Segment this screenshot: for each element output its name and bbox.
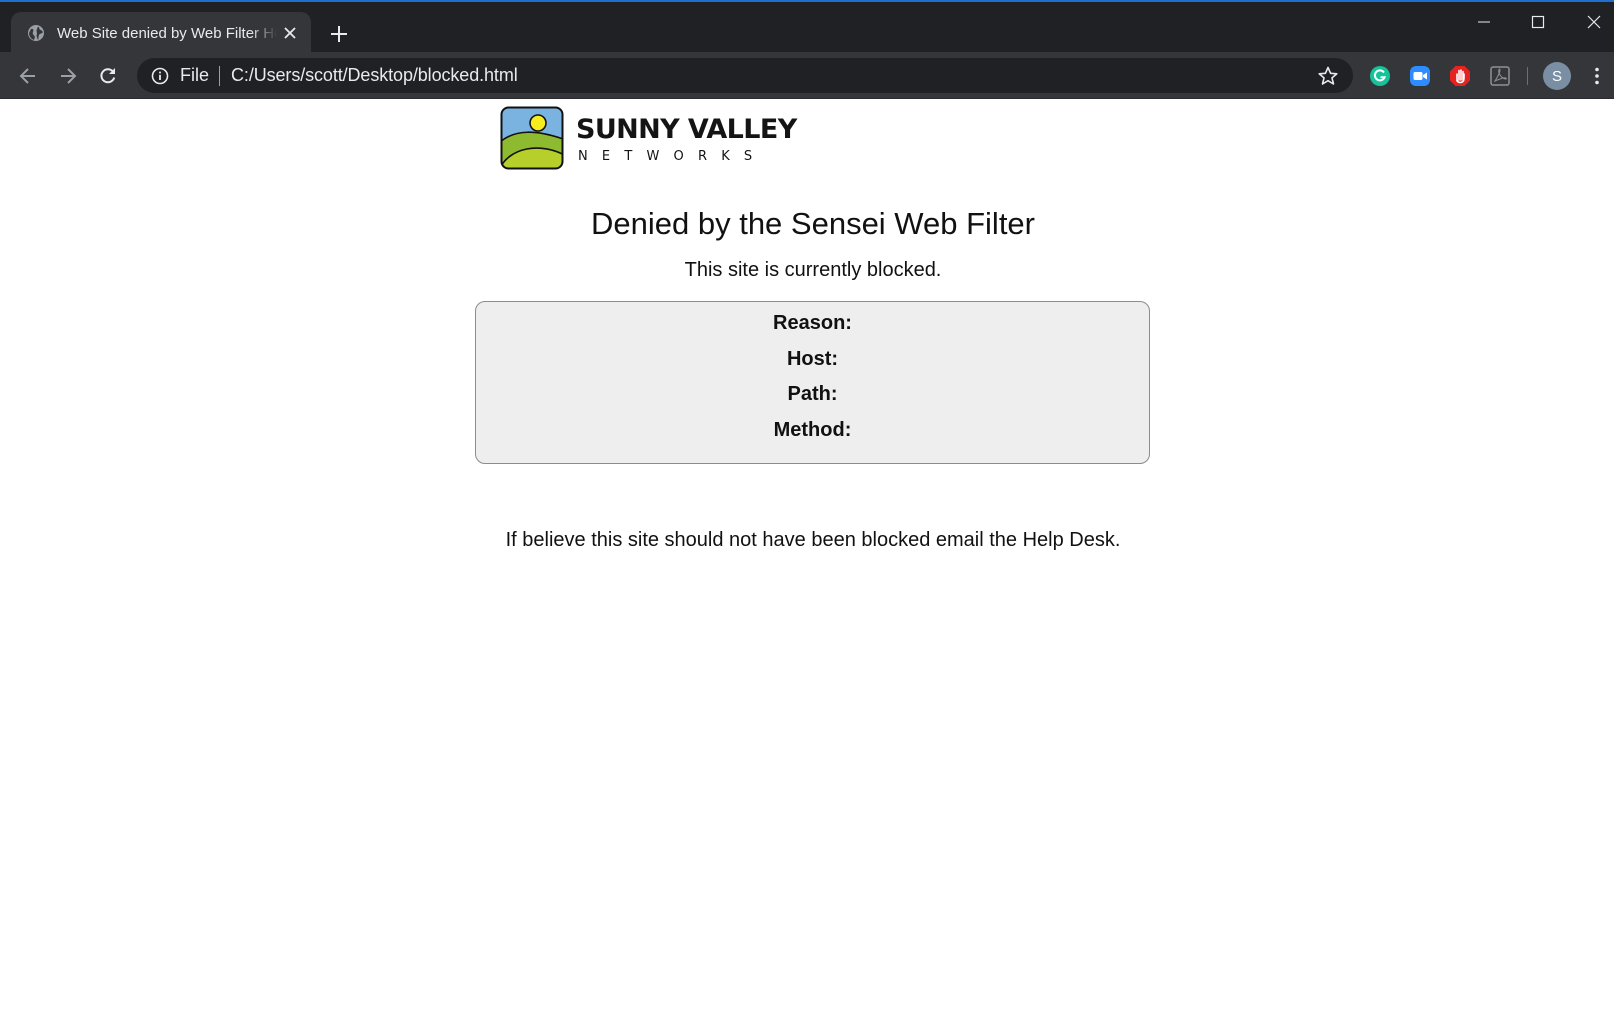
tab-close-icon[interactable] (279, 22, 301, 44)
logo-wordmark: SUNNY VALLEY (576, 114, 797, 145)
zoom-icon[interactable] (1409, 65, 1431, 87)
tab-title: Web Site denied by Web Filter Host (57, 24, 277, 42)
browser-titlebar: Web Site denied by Web Filter Host (0, 0, 1614, 54)
acrobat-icon[interactable] (1489, 65, 1511, 87)
bookmark-star-icon[interactable] (1317, 65, 1339, 87)
detail-label: Path: (787, 383, 838, 405)
detail-label: Reason: (773, 312, 852, 334)
stop-hand-icon[interactable] (1449, 65, 1471, 87)
back-arrow-icon[interactable] (12, 60, 44, 92)
detail-row-host: Host: (476, 348, 1149, 384)
browser-tab[interactable]: Web Site denied by Web Filter Host (11, 12, 311, 54)
help-desk-text: If believe this site should not have bee… (505, 529, 1121, 551)
address-divider (219, 65, 221, 86)
valley-landscape-icon (500, 106, 564, 170)
address-bar[interactable]: File C:/Users/scott/Desktop/blocked.html (137, 58, 1353, 93)
logo-subtitle: NETWORKS (578, 149, 767, 164)
toolbar-divider (1527, 67, 1528, 85)
block-status-text: This site is currently blocked. (684, 259, 942, 281)
info-icon[interactable] (150, 66, 170, 86)
window-close-icon[interactable] (1574, 10, 1614, 34)
grammarly-icon[interactable] (1369, 65, 1391, 87)
page-content: SUNNY VALLEY NETWORKS Denied by the Sens… (0, 99, 1614, 1018)
address-url[interactable]: C:/Users/scott/Desktop/blocked.html (231, 65, 518, 86)
address-scheme: File (180, 65, 210, 85)
minimize-icon[interactable] (1464, 10, 1504, 34)
browser-toolbar: File C:/Users/scott/Desktop/blocked.html… (0, 52, 1614, 99)
detail-row-path: Path: (476, 383, 1149, 419)
detail-label: Method: (773, 418, 852, 441)
maximize-icon[interactable] (1518, 10, 1558, 34)
sunny-valley-logo: SUNNY VALLEY NETWORKS (500, 106, 797, 170)
detail-label: Host: (786, 347, 839, 370)
profile-avatar[interactable]: S (1543, 62, 1571, 90)
forward-arrow-icon[interactable] (52, 60, 84, 92)
reload-icon[interactable] (92, 60, 124, 92)
block-details-box: Reason: Host: Path: Method: (475, 301, 1150, 464)
globe-icon (28, 25, 44, 41)
detail-row-reason: Reason: (476, 312, 1149, 348)
new-tab-icon[interactable] (327, 22, 351, 46)
detail-row-method: Method: (476, 419, 1149, 455)
page-title: Denied by the Sensei Web Filter (591, 206, 1035, 241)
more-menu-icon[interactable] (1590, 64, 1604, 88)
